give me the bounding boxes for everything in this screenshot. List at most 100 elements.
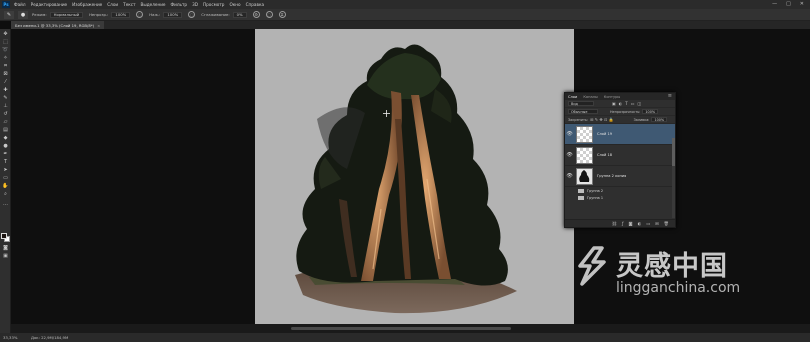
group-row[interactable]: Группа 1 [565,194,675,201]
quick-select-tool-icon[interactable]: ✧ [2,55,9,61]
fx-icon[interactable]: ƒ [622,221,623,226]
opacity-field[interactable]: 100% [111,11,131,18]
menu-help[interactable]: Справка [246,2,264,7]
menu-file[interactable]: Файл [14,2,26,7]
type-tool-icon[interactable]: T [2,159,9,165]
smoothing-field[interactable]: 0% [232,11,247,18]
eyedropper-tool-icon[interactable]: ⁄ [2,79,9,85]
menu-select[interactable]: Выделение [141,2,166,7]
filter-smart-icon[interactable]: ◫ [638,101,642,106]
history-brush-tool-icon[interactable]: ↺ [2,111,9,117]
document-tab[interactable]: Без имени-1 @ 33,3% (Слой 19, RGB/8*) × [11,21,105,29]
mode-label: Режим: [32,12,47,17]
new-layer-icon[interactable]: ⊞ [655,221,659,226]
mode-dropdown[interactable]: Нормальный [49,11,84,18]
rectangle-tool-icon[interactable]: ▭ [2,175,9,181]
fill-field[interactable]: 100% [651,117,668,122]
window-controls: — □ ✕ [772,1,804,7]
marquee-tool-icon[interactable]: ⬚ [2,39,9,45]
tab-layers[interactable]: Слои [568,95,577,99]
layer-row[interactable]: 👁 Слой 19 [565,124,675,145]
pressure-opacity-icon[interactable]: ◌ [136,11,144,18]
layers-scroll-thumb[interactable] [672,138,675,166]
menu-type[interactable]: Текст [123,2,135,7]
document-tab-bar: Без имени-1 @ 33,3% (Слой 19, RGB/8*) × [11,21,810,29]
filter-type-icon[interactable]: T [625,101,627,106]
lasso-tool-icon[interactable]: ➰ [2,47,9,53]
brush-tool-icon[interactable]: ✎ [2,95,9,101]
new-group-icon[interactable]: ▭ [646,221,650,226]
lock-icons[interactable]: ⊞ ✎ ✥ ⊡ 🔒 [590,117,613,122]
tree-silhouette-thumbnail [579,169,590,182]
document-canvas[interactable] [255,29,574,324]
menu-window[interactable]: Окно [229,2,240,7]
layers-panel-tabs: Слои Каналы Контуры ≡ [565,93,675,100]
foreground-color-swatch[interactable] [1,233,7,239]
zoom-level[interactable]: 33,33% [3,335,31,340]
filter-pixel-icon[interactable]: ▣ [612,101,616,106]
adjustment-layer-icon[interactable]: ◐ [638,221,642,226]
smoothing-label: Сглаживание: [201,12,230,17]
more-tools-icon[interactable]: … [2,201,9,207]
menu-edit[interactable]: Редактирование [31,2,68,7]
brush-size-picker-icon[interactable]: ● [18,10,28,19]
menu-layers[interactable]: Слои [107,2,118,7]
move-tool-icon[interactable]: ✥ [2,31,9,37]
screen-mode-icon[interactable]: ▣ [2,253,9,259]
tab-paths[interactable]: Контуры [604,95,620,99]
visibility-eye-icon[interactable]: 👁 [565,131,574,137]
crop-tool-icon[interactable]: ⌗ [2,63,9,69]
layer-row[interactable]: 👁 Слой 18 [565,145,675,166]
menu-3d[interactable]: 3D [192,2,198,7]
menu-view[interactable]: Просмотр [203,2,225,7]
pressure-size-icon[interactable]: ◌ [265,11,273,18]
layer-row[interactable]: 👁 Группа 2 копия [565,166,675,187]
brush-cursor-icon [383,110,390,117]
flow-field[interactable]: 100% [163,11,183,18]
clone-stamp-tool-icon[interactable]: ⊥ [2,103,9,109]
photoshop-logo-icon[interactable]: Ps [2,1,10,8]
close-document-icon[interactable]: × [97,23,100,28]
filter-shape-icon[interactable]: ▭ [631,101,635,106]
add-mask-icon[interactable]: ◙ [628,221,632,226]
path-select-tool-icon[interactable]: ➤ [2,167,9,173]
layer-filter-icons: ▣ ◐ T ▭ ◫ [612,101,641,106]
blur-tool-icon[interactable]: ◆ [2,135,9,141]
smoothing-settings-gear-icon[interactable]: ⚙ [252,11,260,18]
pen-tool-icon[interactable]: ✒ [2,151,9,157]
horizontal-scrollbar[interactable] [11,324,810,333]
dodge-tool-icon[interactable]: ● [2,143,9,149]
maximize-button[interactable]: □ [786,1,791,7]
tab-channels[interactable]: Каналы [583,95,597,99]
document-info[interactable]: Док: 22,9М/184,9М [31,335,68,340]
zoom-tool-icon[interactable]: ⌕ [2,191,9,197]
menu-filter[interactable]: Фильтр [171,2,188,7]
filter-adjustment-icon[interactable]: ◐ [619,101,623,106]
hand-tool-icon[interactable]: ✋ [2,183,9,189]
fill-label: Заливка: [633,117,650,122]
layer-filter-dropdown[interactable]: Вид [568,101,594,106]
frame-tool-icon[interactable]: ⊠ [2,71,9,77]
close-window-button[interactable]: ✕ [800,1,804,7]
watermark-url: lingganchina.com [616,280,741,296]
gradient-tool-icon[interactable]: ▤ [2,127,9,133]
airbrush-icon[interactable]: ◌ [188,11,196,18]
horizontal-scroll-thumb[interactable] [291,327,511,330]
group-row[interactable]: Группа 2 [565,187,675,194]
menu-image[interactable]: Изображение [72,2,102,7]
visibility-eye-icon[interactable]: 👁 [565,152,574,158]
panel-menu-icon[interactable]: ≡ [668,93,672,99]
brush-tool-preset-icon[interactable]: ✎ [4,10,14,19]
lock-fill-row: Закрепить: ⊞ ✎ ✥ ⊡ 🔒 Заливка: 100% [565,116,675,124]
quick-mask-icon[interactable]: ◙ [2,245,9,251]
healing-brush-tool-icon[interactable]: ✚ [2,87,9,93]
link-layers-icon[interactable]: ⛓ [612,221,617,227]
trash-icon[interactable]: 🗑 [664,221,669,227]
visibility-eye-icon[interactable]: 👁 [565,173,574,179]
layer-thumbnail [576,146,593,164]
symmetry-icon[interactable]: ⧖ [278,11,286,18]
eraser-tool-icon[interactable]: ▱ [2,119,9,125]
minimize-button[interactable]: — [772,1,777,7]
layer-opacity-field[interactable]: 100% [642,109,659,114]
blend-mode-dropdown[interactable]: Обычные [568,109,598,114]
